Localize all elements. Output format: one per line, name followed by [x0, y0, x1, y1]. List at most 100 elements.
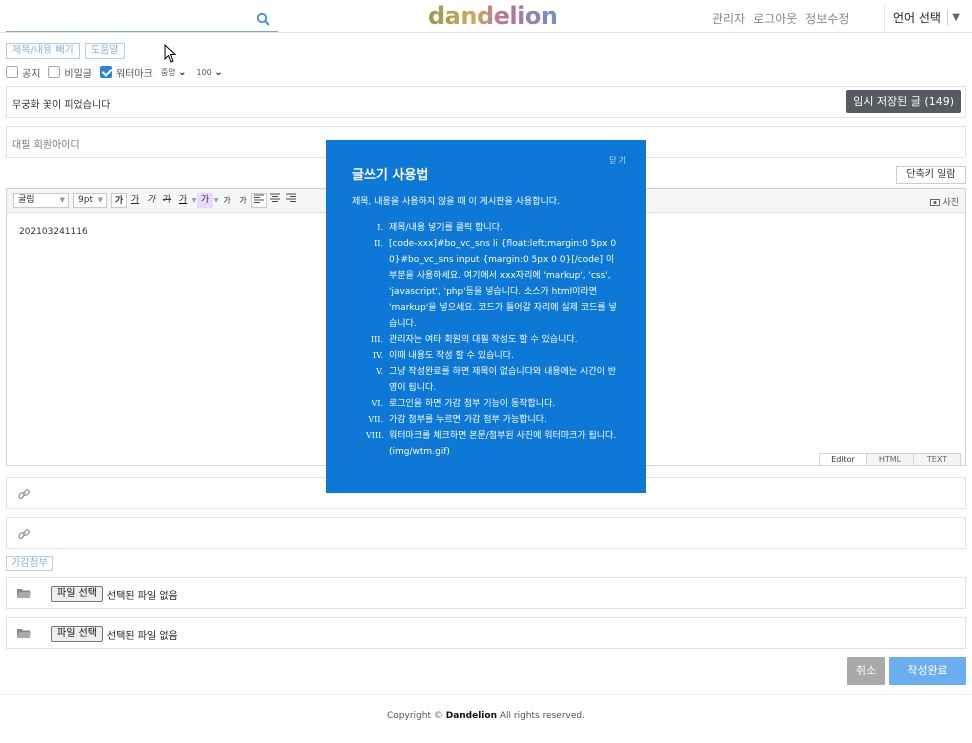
shortcut-list-button[interactable]: 단축키 일람 — [896, 166, 966, 184]
notice-checkbox[interactable] — [6, 66, 18, 78]
font-family-select[interactable]: 굴림 ▼ — [13, 193, 69, 208]
cancel-button[interactable]: 취소 — [847, 657, 885, 685]
camera-icon — [929, 199, 940, 206]
editor-mode-tabs: Editor HTML TEXT — [819, 453, 961, 465]
copyright-suffix: All rights reserved. — [499, 711, 585, 721]
item-number: II. — [374, 239, 383, 248]
file-status: 선택된 파일 없음 — [107, 631, 178, 642]
admin-link[interactable]: 관리자 — [712, 12, 745, 26]
watermark-position-value: 중앙 — [160, 67, 176, 77]
insert-photo-label: 사진 — [942, 198, 959, 208]
font-size-select[interactable]: 9pt ▼ — [73, 193, 107, 208]
file-upload-row: 파일 선택 선택된 파일 없음 — [6, 577, 966, 609]
align-right-icon[interactable] — [283, 193, 299, 208]
divider — [947, 10, 948, 26]
item-number: III. — [370, 335, 383, 344]
item-number: I. — [377, 223, 383, 232]
modal-title: 글쓰기 사용법 — [352, 168, 429, 183]
user-links: 관리자 로그아웃 정보수정 — [712, 10, 857, 27]
subscript-button[interactable]: 가 — [235, 193, 251, 208]
language-select[interactable]: 언어 선택 ▼ — [884, 4, 970, 32]
item-text: 로그인을 하면 가감 첨부 기능이 동작합니다. — [389, 399, 556, 409]
list-item: IV. 이때 내용도 작성 할 수 있습니다. — [366, 348, 624, 364]
item-text: 관리자는 여타 회원의 대필 작성도 할 수 있습니다. — [389, 335, 578, 345]
chevron-down-icon: ▼ — [97, 196, 103, 204]
chevron-down-icon: ⌄ — [214, 66, 223, 78]
search-icon[interactable] — [256, 12, 270, 26]
item-text: 그냥 작성완료를 하면 제목이 없습니다와 내용에는 시간이 반영이 됩니다. — [389, 367, 617, 393]
submit-button[interactable]: 작성완료 — [889, 657, 966, 685]
chevron-down-icon: ▼ — [952, 12, 960, 23]
highlight-color-button[interactable]: 가 — [197, 193, 213, 208]
link-icon — [18, 489, 30, 499]
watermark-opacity-select[interactable]: 100 ⌄ — [197, 67, 223, 78]
temp-saved-button[interactable]: 임시 저장된 글 (149) — [846, 90, 961, 113]
link-field-2[interactable] — [6, 517, 966, 549]
superscript-button[interactable]: 가 — [219, 193, 235, 208]
list-item: I. 제목/내용 넣기를 클릭 합니다. — [366, 220, 624, 236]
choose-file-button[interactable]: 파일 선택 — [51, 586, 103, 602]
align-center-icon[interactable] — [267, 193, 283, 208]
tab-html[interactable]: HTML — [866, 453, 914, 465]
folder-icon — [17, 589, 31, 598]
item-text: 워터마크를 체크하면 본문/첨부된 사진에 워터마크가 됩니다.(img/wtm… — [389, 431, 617, 457]
tab-editor[interactable]: Editor — [819, 453, 867, 465]
writing-help-modal: 닫기 글쓰기 사용법 제목, 내용을 사용하지 않을 때 이 게시판을 사용합니… — [326, 140, 646, 493]
item-text: 제목/내용 넣기를 클릭 합니다. — [389, 223, 503, 233]
search-box — [6, 4, 278, 32]
bold-button[interactable]: 가 — [111, 193, 127, 208]
footer-divider — [0, 694, 972, 695]
secret-checkbox[interactable] — [48, 66, 61, 78]
logout-link[interactable]: 로그아웃 — [753, 12, 797, 26]
help-list: I. 제목/내용 넣기를 클릭 합니다. II. [code-xxx]#bo_vc_… — [366, 220, 624, 460]
list-item: VII. 가감 첨부를 누르면 가감 첨부 가능합니다. — [366, 412, 624, 428]
item-text: [code-xxx]#bo_vc_sns li {float:left;marg… — [389, 239, 617, 329]
top-header: dandelion 관리자 로그아웃 정보수정 언어 선택 ▼ — [0, 0, 972, 33]
site-logo[interactable]: dandelion — [428, 2, 558, 30]
mouse-cursor-icon — [164, 44, 177, 63]
file-upload-row: 파일 선택 선택된 파일 없음 — [6, 617, 966, 649]
subject-field[interactable]: 무궁화 꽃이 피었습니다 임시 저장된 글 (149) — [6, 86, 966, 118]
italic-button[interactable]: 가 — [143, 193, 159, 208]
watermark-position-select[interactable]: 중앙 ⌄ — [161, 67, 187, 78]
search-input[interactable] — [6, 4, 246, 30]
link-icon — [18, 529, 30, 539]
watermark-option[interactable]: 워터마크 — [100, 65, 153, 80]
font-size-value: 9pt — [78, 195, 93, 205]
chevron-down-icon: ⌄ — [178, 66, 187, 78]
folder-icon — [17, 629, 31, 638]
notice-option[interactable]: 공지 — [6, 65, 40, 80]
font-color-button[interactable]: 가 — [175, 193, 191, 208]
secret-option[interactable]: 비밀글 — [48, 65, 92, 80]
item-number: IV. — [372, 351, 383, 360]
watermark-label: 워터마크 — [116, 68, 153, 80]
list-item: VIII. 워터마크를 체크하면 본문/첨부된 사진에 워터마크가 됩니다.(im… — [366, 428, 624, 460]
item-text: 가감 첨부를 누르면 가감 첨부 가능합니다. — [389, 415, 547, 425]
toggle-subject-button[interactable]: 제목/내용 빼기 — [6, 43, 80, 59]
list-item: II. [code-xxx]#bo_vc_sns li {float:left;m… — [366, 236, 624, 332]
editor-content[interactable]: 202103241116 — [19, 227, 88, 237]
tab-text[interactable]: TEXT — [913, 453, 961, 465]
list-item: V. 그냥 작성완료를 하면 제목이 없습니다와 내용에는 시간이 반영이 됩니다… — [366, 364, 624, 396]
font-family-value: 굴림 — [18, 195, 35, 205]
item-number: V. — [376, 367, 383, 376]
subject-value: 무궁화 꽃이 피었습니다 — [12, 100, 111, 111]
align-left-icon[interactable] — [251, 193, 267, 208]
modal-close-button[interactable]: 닫기 — [609, 155, 628, 166]
choose-file-button[interactable]: 파일 선택 — [51, 626, 103, 642]
list-item: VI. 로그인을 하면 가감 첨부 기능이 동작합니다. — [366, 396, 624, 412]
profile-edit-link[interactable]: 정보수정 — [805, 12, 849, 26]
post-options: 공지 비밀글 워터마크 중앙 ⌄ 100 ⌄ — [6, 65, 233, 80]
watermark-checkbox[interactable] — [100, 66, 113, 78]
insert-photo-button[interactable]: 사진 — [929, 195, 959, 208]
strikethrough-button[interactable]: 가 — [159, 193, 175, 208]
file-status: 선택된 파일 없음 — [107, 591, 178, 602]
notice-label: 공지 — [22, 68, 41, 80]
help-button[interactable]: 도움말 — [85, 43, 125, 59]
item-number: VII. — [368, 415, 383, 424]
underline-button[interactable]: 가 — [127, 193, 143, 208]
item-number: VIII. — [366, 431, 384, 440]
format-buttons: 가 가 가 가 가 ▼ 가 ▼ 가 가 — [111, 193, 299, 208]
item-number: VI. — [371, 399, 383, 408]
add-attachment-button[interactable]: 가감첨부 — [6, 556, 53, 571]
